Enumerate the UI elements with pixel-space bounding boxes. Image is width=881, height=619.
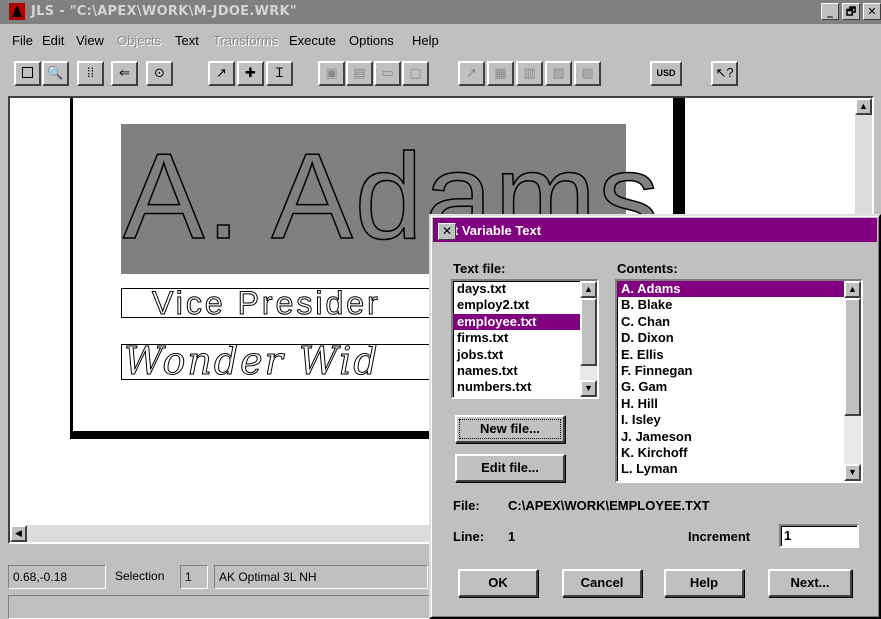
back-icon[interactable]: ⇐ bbox=[111, 61, 138, 86]
list-item[interactable]: I. Isley bbox=[617, 412, 844, 428]
list-item[interactable]: K. Kirchoff bbox=[617, 445, 844, 461]
list-item[interactable]: employ2.txt bbox=[453, 297, 580, 313]
menu-transforms[interactable]: Transforms bbox=[213, 33, 278, 48]
text-file-list[interactable]: days.txt employ2.txt employee.txt firms.… bbox=[451, 279, 599, 399]
eye-icon[interactable]: ⊙ bbox=[146, 61, 173, 86]
increment-input[interactable]: 1 bbox=[779, 524, 859, 548]
transform-2-icon[interactable]: ▤ bbox=[346, 61, 373, 86]
title-bar: JLS - "C:\APEX\WORK\M-JDOE.WRK" _ 🗗 ✕ bbox=[0, 0, 881, 24]
increment-label: Increment bbox=[688, 529, 751, 544]
list-item[interactable]: F. Finnegan bbox=[617, 363, 844, 379]
transform-8-icon[interactable]: ▧ bbox=[545, 61, 572, 86]
scroll-thumb[interactable] bbox=[844, 298, 861, 416]
list-item[interactable]: D. Dixon bbox=[617, 330, 844, 346]
select-icon[interactable] bbox=[14, 61, 41, 86]
list-item[interactable]: H. Hill bbox=[617, 396, 844, 412]
file-path: C:\APEX\WORK\EMPLOYEE.TXT bbox=[508, 498, 710, 513]
text-file-label: Text file: bbox=[453, 261, 506, 276]
list-item[interactable]: days.txt bbox=[453, 281, 580, 297]
list-item[interactable]: numbers.txt bbox=[453, 379, 580, 395]
transform-7-icon[interactable]: ▥ bbox=[516, 61, 543, 86]
firm-text: Wonder Wid bbox=[124, 344, 380, 380]
line-label: Line: bbox=[453, 529, 485, 544]
pointer-icon[interactable]: ↗ bbox=[208, 61, 235, 86]
help-button[interactable]: Help bbox=[664, 569, 744, 597]
file-list-scrollbar[interactable]: ▲ ▼ bbox=[580, 281, 597, 397]
scroll-thumb[interactable] bbox=[580, 298, 597, 366]
title-text: Vice Presider bbox=[152, 288, 381, 318]
app-logo-icon bbox=[9, 3, 25, 20]
text-cursor-icon[interactable]: Ｉ bbox=[266, 61, 293, 86]
selection-label: Selection bbox=[115, 569, 165, 583]
menu-view[interactable]: View bbox=[76, 33, 104, 48]
list-item[interactable]: B. Blake bbox=[617, 297, 844, 313]
scroll-down-icon[interactable]: ▼ bbox=[580, 380, 597, 397]
menu-help[interactable]: Help bbox=[412, 33, 439, 48]
firm-text-object[interactable]: Wonder Wid bbox=[121, 344, 441, 380]
menu-execute[interactable]: Execute bbox=[289, 33, 336, 48]
scroll-up-icon[interactable]: ▲ bbox=[844, 281, 861, 298]
edit-file-button[interactable]: Edit file... bbox=[455, 454, 565, 482]
window-title: JLS - "C:\APEX\WORK\M-JDOE.WRK" bbox=[31, 4, 297, 19]
help-pointer-icon[interactable]: ↖? bbox=[711, 61, 738, 86]
scroll-up-icon[interactable]: ▲ bbox=[855, 98, 872, 115]
dialog-close-icon[interactable]: ✕ bbox=[438, 223, 456, 240]
restore-button[interactable]: 🗗 bbox=[842, 3, 860, 20]
list-item[interactable]: firms.txt bbox=[453, 330, 580, 346]
line-value: 1 bbox=[508, 529, 516, 544]
list-item[interactable]: J. Jameson bbox=[617, 429, 844, 445]
menu-objects[interactable]: Objects bbox=[117, 33, 161, 48]
list-item[interactable]: G. Gam bbox=[617, 379, 844, 395]
close-button[interactable]: ✕ bbox=[863, 3, 881, 20]
new-file-button[interactable]: New file... bbox=[455, 415, 565, 443]
set-variable-text-dialog: Set Variable Text ✕ Text file: Contents:… bbox=[429, 214, 881, 619]
page-edge bbox=[70, 98, 73, 434]
contents-list[interactable]: A. Adams B. Blake C. Chan D. Dixon E. El… bbox=[615, 279, 863, 483]
title-text-object[interactable]: Vice Presider bbox=[121, 288, 441, 318]
transform-3-icon[interactable]: ▭ bbox=[374, 61, 401, 86]
scroll-down-icon[interactable]: ▼ bbox=[844, 464, 861, 481]
contents-scrollbar[interactable]: ▲ ▼ bbox=[844, 281, 861, 481]
toolbar: 🔍 ⁞⁞ ⇐ ⊙ ↗ ✚ Ｉ ▣ ▤ ▭ ▢ ↗ ▦ ▥ ▧ ▨ USD ↖? bbox=[0, 58, 881, 92]
list-item[interactable]: E. Ellis bbox=[617, 347, 844, 363]
list-item[interactable]: jobs.txt bbox=[453, 347, 580, 363]
dialog-title-bar: Set Variable Text ✕ bbox=[433, 218, 877, 242]
transform-4-icon[interactable]: ▢ bbox=[402, 61, 429, 86]
next-button[interactable]: Next... bbox=[768, 569, 852, 597]
scroll-left-icon[interactable]: ◀ bbox=[10, 525, 27, 542]
menu-options[interactable]: Options bbox=[349, 33, 394, 48]
contents-label: Contents: bbox=[617, 261, 678, 276]
grid-icon[interactable]: ⁞⁞ bbox=[77, 61, 104, 86]
menu-file[interactable]: File bbox=[12, 33, 33, 48]
list-item[interactable]: A. Adams bbox=[617, 281, 844, 298]
ok-button[interactable]: OK bbox=[458, 569, 538, 597]
transform-1-icon[interactable]: ▣ bbox=[318, 61, 345, 86]
minimize-button[interactable]: _ bbox=[821, 3, 839, 20]
list-item[interactable]: names.txt bbox=[453, 363, 580, 379]
transform-9-icon[interactable]: ▨ bbox=[574, 61, 601, 86]
list-item[interactable]: L. Lyman bbox=[617, 461, 844, 477]
transform-6-icon[interactable]: ▦ bbox=[487, 61, 514, 86]
transform-5-icon[interactable]: ↗ bbox=[458, 61, 485, 86]
font-readout: AK Optimal 3L NH bbox=[214, 565, 428, 589]
zoom-icon[interactable]: 🔍 bbox=[42, 61, 69, 86]
list-item[interactable]: C. Chan bbox=[617, 314, 844, 330]
menu-edit[interactable]: Edit bbox=[42, 33, 64, 48]
file-label: File: bbox=[453, 498, 480, 513]
usd-button[interactable]: USD bbox=[650, 61, 682, 86]
selection-count: 1 bbox=[180, 565, 208, 589]
scroll-up-icon[interactable]: ▲ bbox=[580, 281, 597, 298]
coords-readout: 0.68,-0.18 bbox=[8, 565, 106, 589]
cancel-button[interactable]: Cancel bbox=[562, 569, 642, 597]
list-item[interactable]: employee.txt bbox=[453, 313, 580, 331]
menu-text[interactable]: Text bbox=[175, 33, 199, 48]
plus-icon[interactable]: ✚ bbox=[237, 61, 264, 86]
